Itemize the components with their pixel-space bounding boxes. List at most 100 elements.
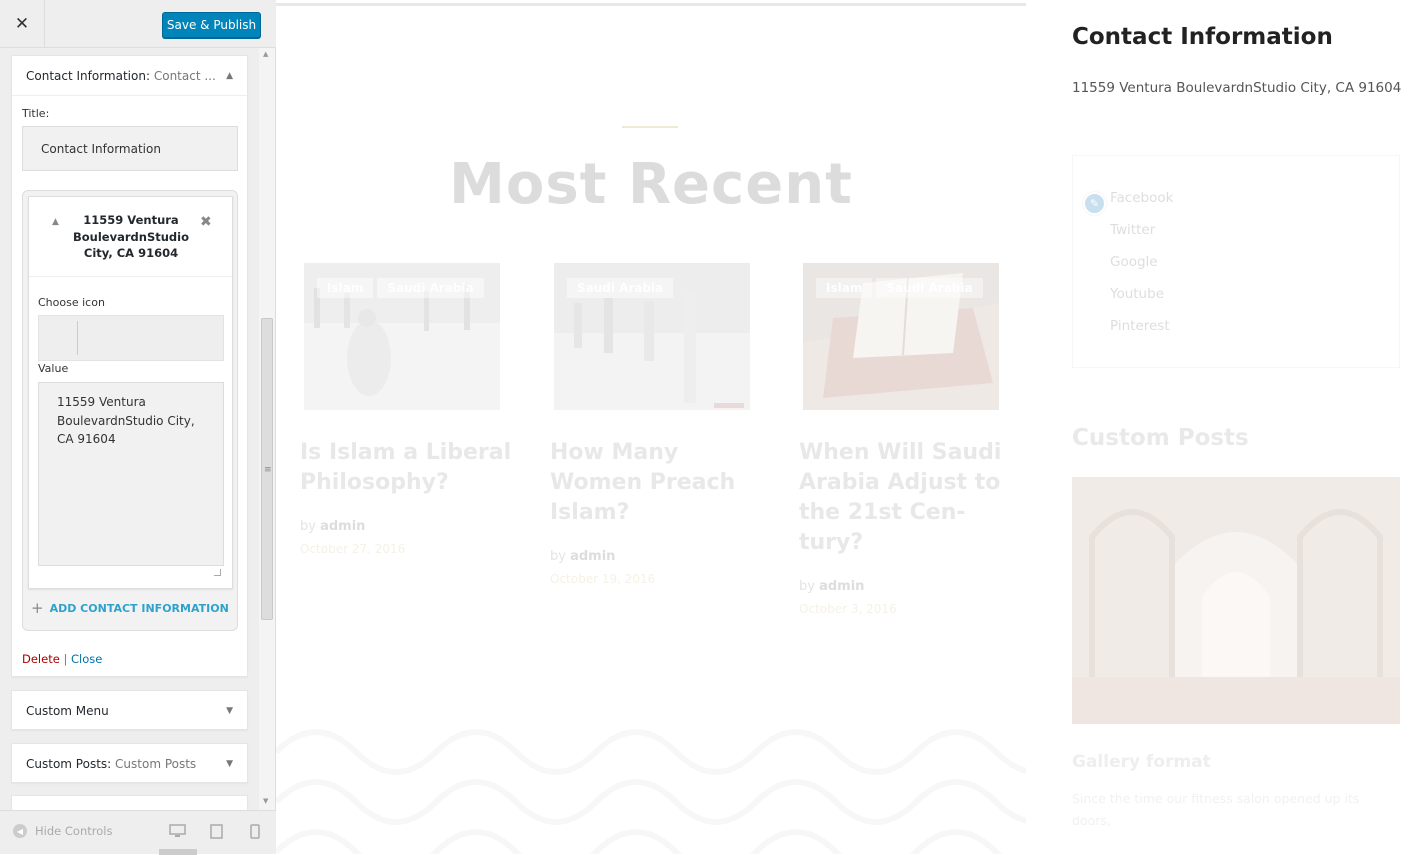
contact-item-title: 11559 Ventura BoulevardnStudio City, CA …	[73, 213, 189, 260]
hide-controls-label: Hide Controls	[35, 824, 113, 838]
title-input[interactable]: Contact Information	[22, 126, 238, 171]
social-link-twitter[interactable]: Twitter	[1110, 222, 1155, 238]
top-divider	[276, 3, 1026, 6]
section-accent-line	[622, 126, 678, 128]
desktop-icon[interactable]	[169, 824, 186, 842]
post-date: October 3, 2016	[799, 602, 897, 616]
custom-post-title[interactable]: Gallery format	[1072, 752, 1211, 772]
by-text: by	[550, 549, 566, 564]
widget-header[interactable]: Contact Information: Contact ... ▲	[12, 56, 247, 96]
scroll-down-icon[interactable]: ▼	[263, 797, 268, 805]
hide-controls-button[interactable]: ◀ Hide Controls	[13, 824, 112, 838]
post-byline: by admin	[300, 519, 365, 534]
post-image[interactable]: Saudi Arabia	[554, 263, 750, 410]
widget-title: Contact ...	[153, 68, 216, 83]
contact-item-header[interactable]: ▲ 11559 Ventura BoulevardnStudio City, C…	[29, 197, 232, 277]
grip-icon: ≡	[264, 465, 272, 475]
icon-picker[interactable]	[38, 315, 224, 361]
social-link-pinterest[interactable]: Pinterest	[1110, 318, 1170, 334]
social-links-widget: ✎ Facebook Twitter Google Youtube Pinter…	[1072, 155, 1400, 368]
post-tag[interactable]: Islam	[317, 278, 374, 298]
post-date: October 19, 2016	[550, 572, 656, 586]
icon-picker-divider	[77, 321, 78, 355]
social-link-google[interactable]: Google	[1110, 254, 1158, 270]
post-author[interactable]: admin	[320, 519, 365, 534]
widget-name: Contact Information:	[26, 68, 151, 83]
mobile-icon[interactable]	[250, 824, 260, 843]
add-contact-information-button[interactable]: + ADD CONTACT INFORMATION	[31, 599, 229, 617]
post-title[interactable]: Is Islam a Liberal Philosophy?	[300, 438, 530, 498]
remove-item-icon[interactable]: ✖	[200, 214, 212, 230]
contact-widget-title: Contact Information	[1072, 24, 1333, 50]
post-author[interactable]: admin	[819, 579, 864, 594]
post-card[interactable]: Saudi Arabia How Many Women Preach Islam…	[550, 263, 750, 586]
post-card[interactable]: Islam Saudi Arabia When Will Saudi Arabia…	[799, 263, 1001, 616]
title-label: Title:	[22, 107, 50, 120]
active-device-indicator	[159, 849, 197, 855]
post-card[interactable]: Islam Saudi Arabia Is Islam a Liberal Phi…	[300, 263, 511, 556]
widget-control-links: Delete | Close	[22, 652, 102, 666]
close-icon: ✕	[14, 14, 30, 34]
section-title: Most Recent	[449, 152, 853, 217]
social-link-facebook[interactable]: Facebook	[1110, 190, 1173, 206]
widget-name: Custom Menu	[26, 704, 109, 718]
contact-information-widget: Contact Information: Contact ... ▲ Title…	[11, 55, 248, 677]
delete-link[interactable]: Delete	[22, 652, 60, 666]
plus-icon: +	[31, 599, 44, 617]
post-tags: Islam Saudi Arabia	[317, 277, 488, 298]
post-image[interactable]: Islam Saudi Arabia	[304, 263, 500, 410]
by-text: by	[799, 579, 815, 594]
post-image[interactable]: Islam Saudi Arabia	[803, 263, 999, 410]
contact-item: ▲ 11559 Ventura BoulevardnStudio City, C…	[28, 196, 233, 589]
site-preview: Most Recent Islam Saudi Arabia Is Islam a…	[276, 0, 1419, 854]
post-title[interactable]: How Many Women Preach Islam?	[550, 438, 750, 528]
decorative-pattern	[276, 712, 1026, 854]
next-widget[interactable]	[11, 795, 248, 810]
post-tag[interactable]: Islam	[816, 278, 873, 298]
close-customizer-button[interactable]: ✕	[0, 0, 45, 48]
save-publish-button[interactable]: Save & Publish	[162, 12, 261, 38]
choose-icon-label: Choose icon	[38, 296, 105, 309]
custom-menu-widget[interactable]: Custom Menu ▼	[11, 690, 248, 730]
sidebar-scrollbar[interactable]: ▲ ≡ ▼	[259, 48, 275, 810]
post-tag[interactable]: Saudi Arabia	[567, 278, 674, 298]
post-tags: Saudi Arabia	[567, 277, 677, 298]
custom-posts-title: Custom Posts	[1072, 425, 1249, 451]
widgets-panel: Contact Information: Contact ... ▲ Title…	[0, 48, 276, 810]
expand-arrow-icon[interactable]: ▼	[226, 706, 233, 716]
post-tags: Islam Saudi Arabia	[816, 277, 987, 298]
widget-header[interactable]: Custom Posts: Custom Posts ▼	[12, 744, 247, 784]
widget-title: Custom Posts	[115, 757, 197, 771]
widget-header[interactable]: Custom Menu ▼	[12, 691, 247, 731]
scroll-up-icon[interactable]: ▲	[263, 50, 268, 58]
contact-address: 11559 Ventura BoulevardnStudio City, CA …	[1072, 80, 1402, 96]
close-link[interactable]: Close	[71, 652, 102, 666]
post-title[interactable]: When Will Saudi Arabia Adjust to the 21s…	[799, 438, 1009, 558]
post-byline: by admin	[550, 549, 615, 564]
collapse-arrow-icon[interactable]: ▲	[226, 71, 233, 81]
post-byline: by admin	[799, 579, 864, 594]
post-date: October 27, 2016	[300, 542, 406, 556]
tablet-icon[interactable]	[210, 824, 223, 843]
customizer-header: ✕ Save & Publish	[0, 0, 276, 48]
scrollbar-thumb[interactable]: ≡	[261, 318, 273, 620]
post-author[interactable]: admin	[570, 549, 615, 564]
collapse-icon: ◀	[13, 824, 27, 838]
value-textarea[interactable]: 11559 Ventura BoulevardnStudio City, CA …	[38, 382, 224, 566]
widget-name: Custom Posts:	[26, 757, 112, 771]
expand-arrow-icon[interactable]: ▼	[226, 759, 233, 769]
custom-post-image[interactable]	[1072, 477, 1400, 724]
social-link-youtube[interactable]: Youtube	[1110, 286, 1164, 302]
contact-items-repeater: ▲ 11559 Ventura BoulevardnStudio City, C…	[22, 190, 238, 631]
collapse-item-icon[interactable]: ▲	[52, 217, 59, 227]
link-separator: |	[63, 652, 68, 666]
post-tag[interactable]: Saudi Arabia	[377, 278, 484, 298]
customizer-footer: ◀ Hide Controls	[0, 810, 276, 855]
customizer-sidebar: ✕ Save & Publish Contact Information: Co…	[0, 0, 276, 855]
pencil-icon[interactable]: ✎	[1083, 192, 1106, 215]
value-label: Value	[38, 362, 69, 375]
add-contact-label: ADD CONTACT INFORMATION	[49, 601, 229, 615]
post-tag[interactable]: Saudi Arabia	[876, 278, 983, 298]
resize-handle-icon[interactable]	[214, 569, 221, 576]
custom-posts-widget[interactable]: Custom Posts: Custom Posts ▼	[11, 743, 248, 783]
